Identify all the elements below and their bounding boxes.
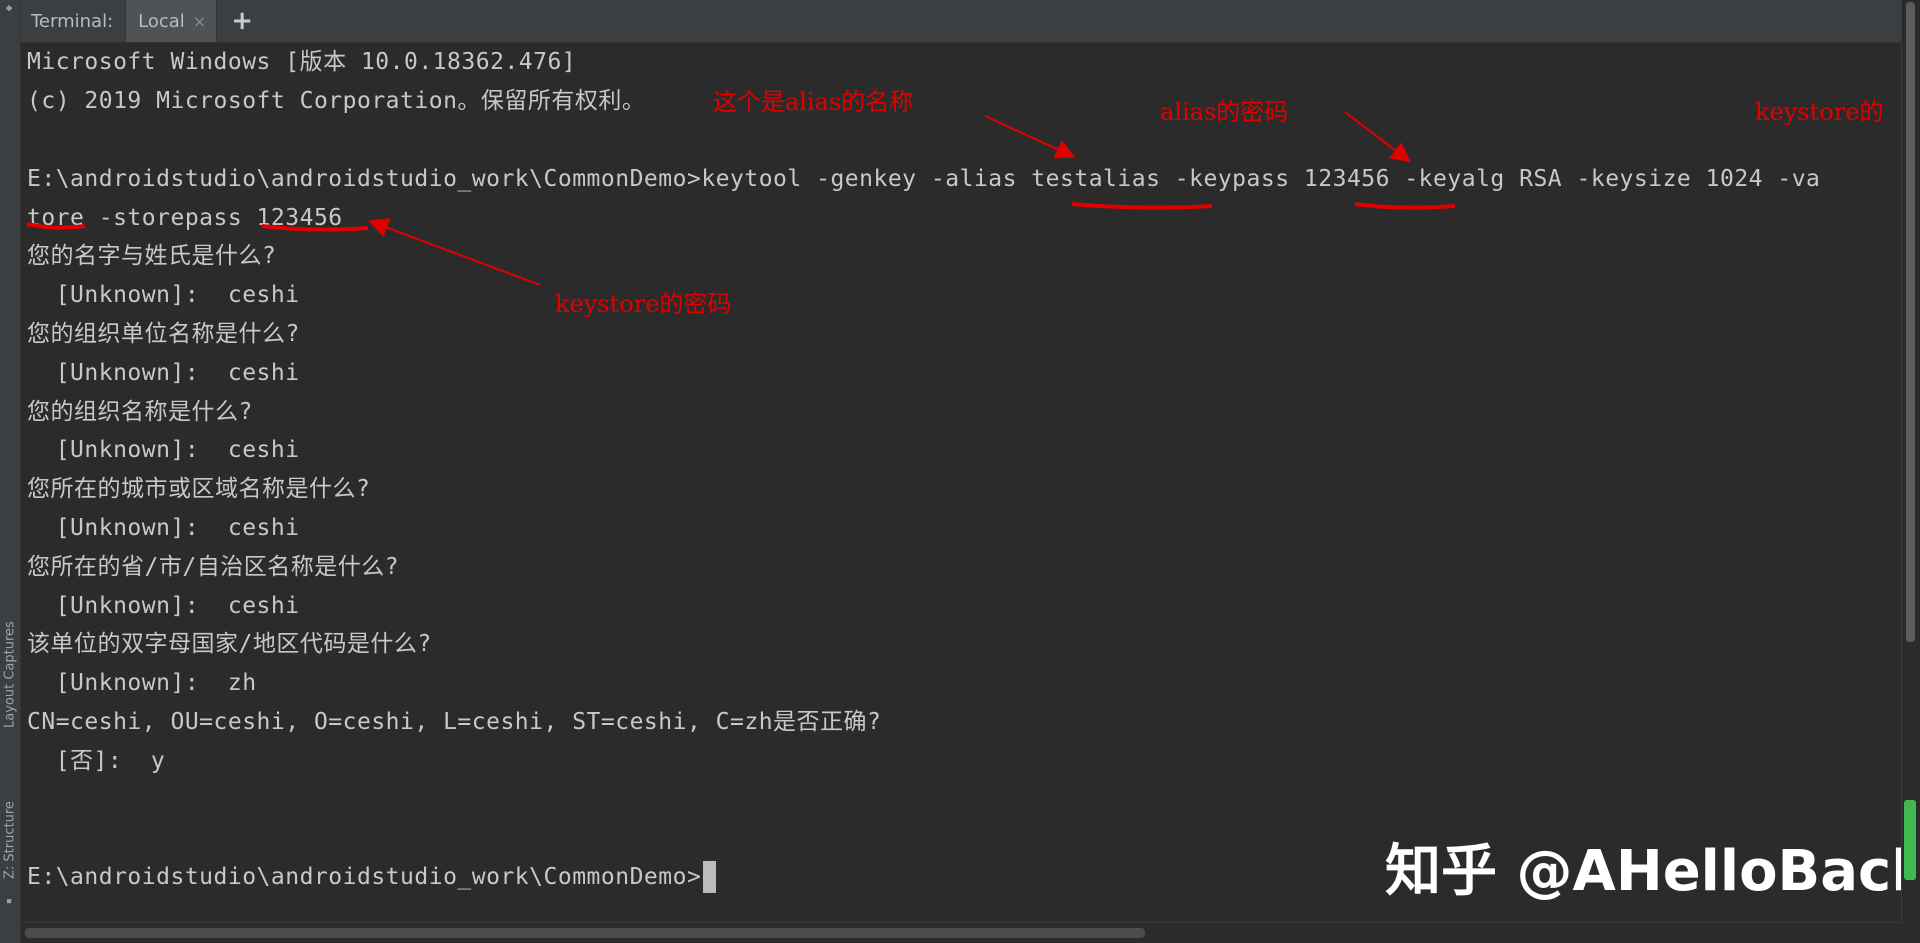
terminal-line: [Unknown]: ceshi [27,282,300,308]
terminal-tab-bar: Terminal: Local × + [21,0,1902,43]
close-icon[interactable]: × [193,12,206,31]
terminal-line: 您所在的城市或区域名称是什么? [27,476,371,502]
left-tool-strip: ◆ Layout Captures Z: Structure ▪ [0,0,21,943]
terminal-title: Terminal: [31,10,114,32]
terminal-line: [Unknown]: ceshi [27,515,300,541]
annotation-alias-name: 这个是alias的名称 [713,88,914,116]
terminal-line: (c) 2019 Microsoft Corporation。保留所有权利。 [27,88,646,114]
terminal-prompt-line[interactable]: E:\androidstudio\androidstudio_work\Comm… [27,861,717,893]
terminal-line: 您的名字与姓氏是什么? [27,243,277,269]
horizontal-scroll-thumb[interactable] [25,928,1145,938]
annotation-alias-password: alias的密码 [1160,98,1289,126]
terminal-line: [否]: y [27,748,166,774]
tab-local-label: Local [138,10,185,32]
terminal-line: [Unknown]: ceshi [27,593,300,619]
vertical-scrollbar[interactable] [1901,0,1920,922]
layout-captures-tab[interactable]: Layout Captures [0,600,20,750]
tool-icon[interactable]: ◆ [3,2,15,14]
horizontal-scrollbar[interactable] [21,922,1902,943]
annotation-keystore-cut: keystore的 [1755,98,1884,126]
terminal-line: Microsoft Windows [版本 10.0.18362.476] [27,49,577,75]
terminal-line: [Unknown]: ceshi [27,360,300,386]
structure-icon[interactable]: ▪ [3,895,15,907]
terminal-output[interactable]: Microsoft Windows [版本 10.0.18362.476] (c… [27,42,1902,922]
annotation-keystore-password: keystore的密码 [555,290,732,318]
terminal-prompt: E:\androidstudio\androidstudio_work\Comm… [27,864,702,890]
terminal-line: tore -storepass 123456 [27,205,343,231]
terminal-line: 您的组织单位名称是什么? [27,321,300,347]
structure-tab[interactable]: Z: Structure [0,790,20,890]
terminal-line: E:\androidstudio\androidstudio_work\Comm… [27,166,1821,192]
tab-local[interactable]: Local × [125,0,218,42]
terminal-line: 您所在的省/市/自治区名称是什么? [27,554,400,580]
terminal-line: [Unknown]: zh [27,670,257,696]
terminal-line: 您的组织名称是什么? [27,399,253,425]
add-tab-button[interactable]: + [231,6,253,36]
terminal-line: [Unknown]: ceshi [27,437,300,463]
terminal-line: 该单位的双字母国家/地区代码是什么? [27,631,432,657]
vertical-scroll-thumb[interactable] [1906,2,1915,642]
zhihu-watermark: 知乎 @AHelloBack [1385,839,1920,904]
scroll-marker [1904,800,1916,880]
terminal-line: CN=ceshi, OU=ceshi, O=ceshi, L=ceshi, ST… [27,709,882,735]
text-cursor [703,861,717,893]
